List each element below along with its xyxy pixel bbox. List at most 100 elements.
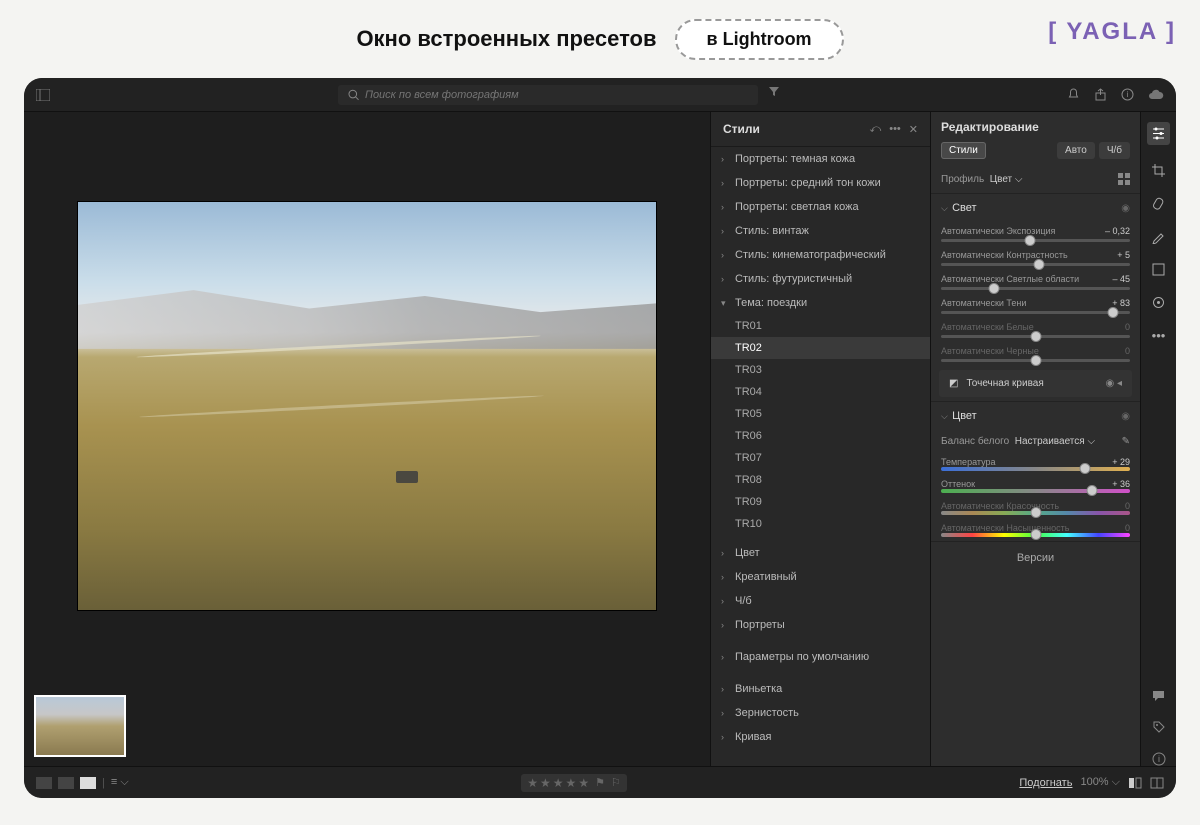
profile-label: Профиль xyxy=(941,174,984,185)
tool-linear-gradient[interactable] xyxy=(1151,262,1166,277)
preset-group[interactable]: ›Стиль: винтаж xyxy=(711,219,930,243)
preset-defaults[interactable]: ›Параметры по умолчанию xyxy=(711,645,930,669)
preset-group[interactable]: ›Портреты: темная кожа xyxy=(711,147,930,171)
eye-icon[interactable]: ◉ xyxy=(1121,411,1130,422)
fit-button[interactable]: Подогнать xyxy=(1019,777,1072,789)
before-after-icon[interactable] xyxy=(1150,777,1164,789)
preset-group-expanded[interactable]: ▾Тема: поездки xyxy=(711,291,930,315)
cloud-icon[interactable] xyxy=(1148,89,1164,101)
preset-group[interactable]: ›Цвет xyxy=(711,541,930,565)
preset-group[interactable]: ›Кривая xyxy=(711,725,930,749)
chevron-down-icon: ▾ xyxy=(721,298,729,309)
preset-item[interactable]: TR08 xyxy=(711,469,930,491)
eyedropper-icon[interactable]: ✎ xyxy=(1122,436,1130,447)
slider-row[interactable]: Автоматически Светлые области– 45 xyxy=(931,270,1140,294)
view-single-icon[interactable] xyxy=(80,777,96,789)
chevron-right-icon: › xyxy=(721,178,729,188)
page-banner: Окно встроенных пресетов в Lightroom [ Y… xyxy=(24,14,1176,64)
tag-icon[interactable] xyxy=(1152,720,1166,734)
preset-item[interactable]: TR02 xyxy=(711,337,930,359)
tool-more[interactable]: ••• xyxy=(1152,328,1166,343)
tool-crop[interactable] xyxy=(1151,163,1166,178)
tool-edit-sliders[interactable] xyxy=(1147,122,1170,145)
close-icon[interactable]: ✕ xyxy=(909,123,918,136)
slider-row[interactable]: Автоматически Белые0 xyxy=(931,318,1140,342)
preset-group[interactable]: ›Виньетка xyxy=(711,677,930,701)
slider-row[interactable]: Автоматически Насыщенность0 xyxy=(931,519,1140,541)
preset-group[interactable]: ›Зернистость xyxy=(711,701,930,725)
slider-row[interactable]: Автоматически Контрастность+ 5 xyxy=(931,246,1140,270)
tool-radial-gradient[interactable] xyxy=(1151,295,1166,310)
edit-title: Редактирование xyxy=(941,120,1039,134)
star-icon: ★ xyxy=(553,776,564,790)
slider-row[interactable]: Температура+ 29 xyxy=(931,453,1140,475)
tone-curve-row[interactable]: ◩Точечная кривая ◉ ◂ xyxy=(939,370,1132,397)
filter-icon[interactable] xyxy=(768,85,780,105)
chevron-right-icon: › xyxy=(721,274,729,284)
wb-dropdown[interactable]: Настраивается ⌵ xyxy=(1015,436,1095,447)
flag-reject-icon[interactable]: ⚐ xyxy=(611,776,621,789)
info-icon[interactable]: i xyxy=(1152,752,1166,766)
slider-row[interactable]: Оттенок+ 36 xyxy=(931,475,1140,497)
chevron-right-icon: › xyxy=(721,596,729,606)
sort-icon[interactable]: ≡ ⌵ xyxy=(111,776,129,789)
preset-item[interactable]: TR07 xyxy=(711,447,930,469)
compare-icon[interactable] xyxy=(1128,777,1142,789)
filmstrip xyxy=(24,686,710,766)
search-input[interactable] xyxy=(365,89,748,101)
slider-row[interactable]: Автоматически Экспозиция– 0,32 xyxy=(931,222,1140,246)
tool-brush[interactable] xyxy=(1151,229,1166,244)
banner-pill: в Lightroom xyxy=(675,19,844,60)
preset-item[interactable]: TR03 xyxy=(711,359,930,381)
svg-text:i: i xyxy=(1158,754,1160,764)
topbar: i xyxy=(24,78,1176,112)
preset-item[interactable]: TR05 xyxy=(711,403,930,425)
preset-group[interactable]: ›Креативный xyxy=(711,565,930,589)
preset-group[interactable]: ›Стиль: футуристичный xyxy=(711,267,930,291)
star-icon: ★ xyxy=(540,776,551,790)
banner-title: Окно встроенных пресетов xyxy=(356,26,656,52)
star-rating[interactable]: ★ ★ ★ ★ ★ ⚑ ⚐ xyxy=(521,774,627,792)
preset-item[interactable]: TR09 xyxy=(711,491,930,513)
preset-group[interactable]: ›Ч/б xyxy=(711,589,930,613)
preset-item[interactable]: TR04 xyxy=(711,381,930,403)
undo-icon[interactable]: ⤺ xyxy=(869,123,881,136)
chevron-down-icon: ⌵ xyxy=(941,411,949,422)
preset-group[interactable]: ›Стиль: кинематографический xyxy=(711,243,930,267)
bell-icon[interactable] xyxy=(1067,88,1080,101)
section-color[interactable]: ⌵ Цвет ◉ xyxy=(931,401,1140,430)
eye-icon[interactable]: ◉ xyxy=(1121,203,1130,214)
slider-row[interactable]: Автоматически Тени+ 83 xyxy=(931,294,1140,318)
zoom-value[interactable]: 100% ⌵ xyxy=(1080,776,1120,789)
versions-button[interactable]: Версии xyxy=(931,541,1140,574)
thumbnail[interactable] xyxy=(34,695,126,757)
preset-group[interactable]: ›Портреты: светлая кожа xyxy=(711,195,930,219)
panel-toggle-icon[interactable] xyxy=(36,89,50,101)
help-icon[interactable]: i xyxy=(1121,88,1134,101)
preset-group[interactable]: ›Портреты xyxy=(711,613,930,637)
chevron-right-icon: › xyxy=(721,202,729,212)
tool-heal[interactable] xyxy=(1151,196,1166,211)
tool-rail: ••• i xyxy=(1140,112,1176,766)
preset-item[interactable]: TR06 xyxy=(711,425,930,447)
photo-viewport[interactable] xyxy=(24,112,710,686)
profile-value[interactable]: Цвет ⌵ xyxy=(990,174,1023,185)
preset-item[interactable]: TR01 xyxy=(711,315,930,337)
preset-group[interactable]: ›Портреты: средний тон кожи xyxy=(711,171,930,195)
section-light[interactable]: ⌵ Свет ◉ xyxy=(931,193,1140,222)
slider-row[interactable]: Автоматически Черные0 xyxy=(931,342,1140,366)
tab-bw[interactable]: Ч/б xyxy=(1099,142,1130,159)
more-icon[interactable]: ••• xyxy=(889,123,901,136)
flag-pick-icon[interactable]: ⚑ xyxy=(595,776,605,789)
tab-styles[interactable]: Стили xyxy=(941,142,986,159)
view-grid-icon[interactable] xyxy=(36,777,52,789)
search-field[interactable] xyxy=(338,85,758,105)
slider-row[interactable]: Автоматически Красочность0 xyxy=(931,497,1140,519)
profile-grid-icon[interactable] xyxy=(1118,173,1130,185)
tab-auto[interactable]: Авто xyxy=(1057,142,1095,159)
chevron-down-icon: ⌵ xyxy=(941,203,949,214)
comment-icon[interactable] xyxy=(1151,689,1166,702)
preset-item[interactable]: TR10 xyxy=(711,513,930,535)
share-icon[interactable] xyxy=(1094,88,1107,101)
view-grid2-icon[interactable] xyxy=(58,777,74,789)
